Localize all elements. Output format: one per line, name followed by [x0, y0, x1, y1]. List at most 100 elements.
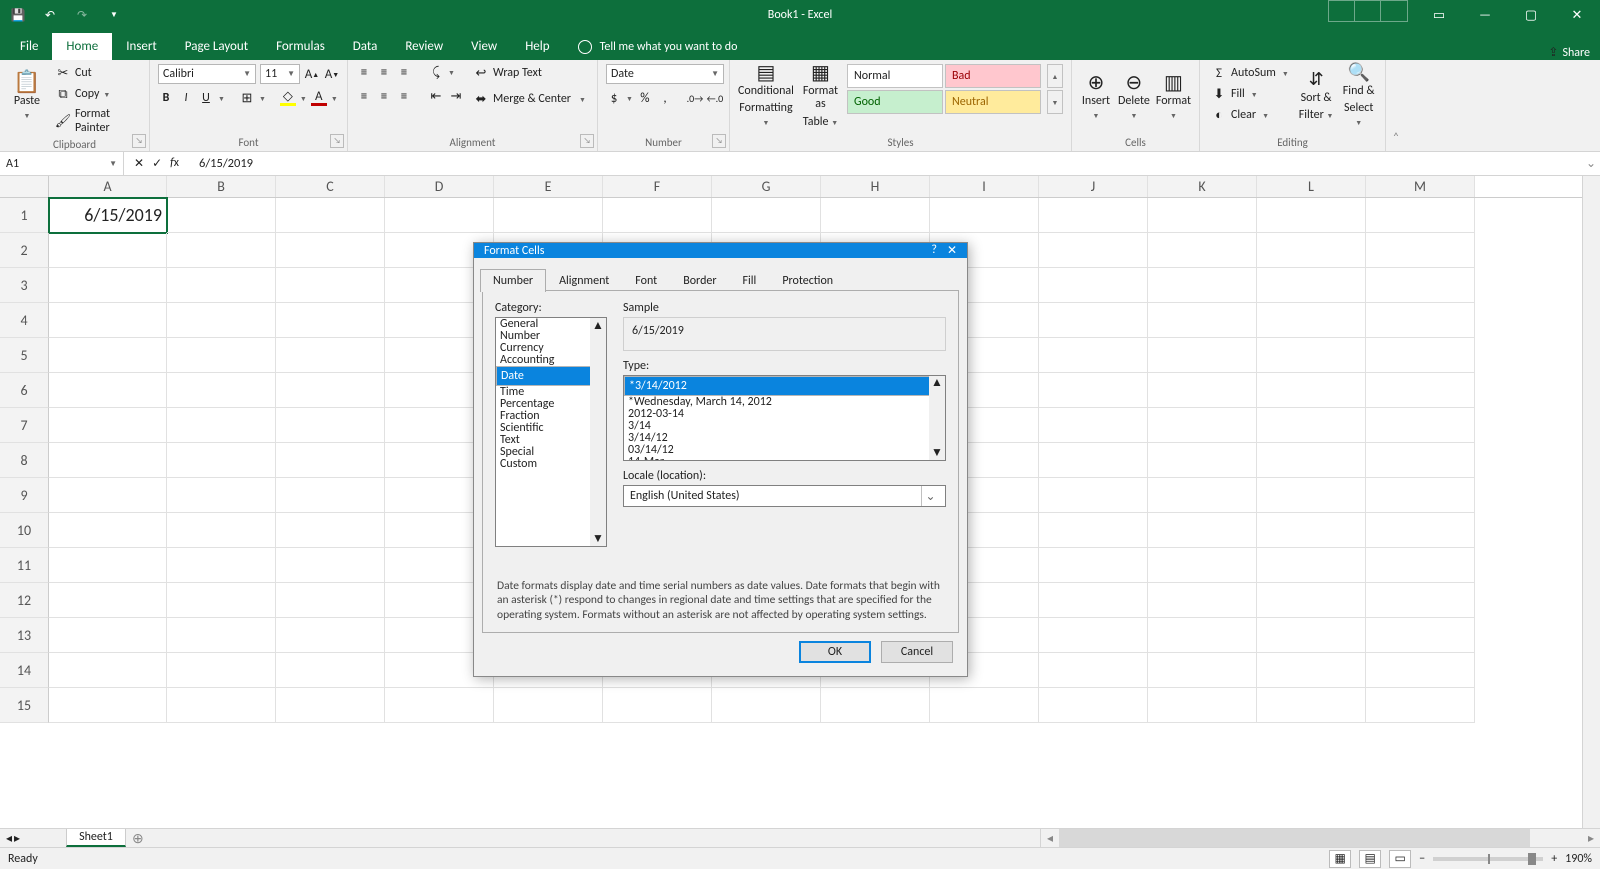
tab-data[interactable]: Data: [339, 33, 392, 60]
column-header[interactable]: D: [385, 176, 494, 197]
align-middle-icon[interactable]: ≡: [376, 64, 392, 80]
dialog-help-icon[interactable]: ?: [931, 243, 937, 258]
cell[interactable]: 6/15/2019: [49, 198, 167, 233]
paste-button[interactable]: 📋 Paste ▼: [8, 64, 46, 130]
zoom-in-icon[interactable]: +: [1551, 852, 1557, 866]
fill-button[interactable]: ⬇Fill▼: [1208, 85, 1292, 103]
ok-button[interactable]: OK: [799, 641, 871, 663]
dialog-title-bar[interactable]: Format Cells ? ✕: [474, 243, 967, 258]
accounting-icon[interactable]: $: [606, 90, 622, 106]
category-listbox[interactable]: GeneralNumberCurrencyAccountingDateTimeP…: [495, 317, 607, 547]
cell[interactable]: [1257, 548, 1366, 583]
column-header[interactable]: L: [1257, 176, 1366, 197]
cell[interactable]: [1148, 233, 1257, 268]
cell[interactable]: [1257, 373, 1366, 408]
cell[interactable]: [167, 548, 276, 583]
confirm-edit-icon[interactable]: ✓: [152, 156, 162, 171]
cell[interactable]: [494, 688, 603, 723]
style-scroll-up-icon[interactable]: ▲: [1047, 64, 1063, 88]
cell[interactable]: [1039, 618, 1148, 653]
cell[interactable]: [49, 338, 167, 373]
cell[interactable]: [1366, 618, 1475, 653]
cell[interactable]: [1039, 513, 1148, 548]
scroll-down-icon[interactable]: ▼: [931, 446, 943, 460]
dlg-tab-alignment[interactable]: Alignment: [546, 269, 622, 292]
tab-review[interactable]: Review: [391, 33, 457, 60]
tab-insert[interactable]: Insert: [112, 33, 171, 60]
cell[interactable]: [1148, 303, 1257, 338]
column-header[interactable]: C: [276, 176, 385, 197]
row-header[interactable]: 7: [0, 408, 49, 443]
increase-indent-icon[interactable]: ⇥: [448, 88, 464, 104]
row-header[interactable]: 10: [0, 513, 49, 548]
cell[interactable]: [1148, 338, 1257, 373]
cell[interactable]: [930, 688, 1039, 723]
cancel-edit-icon[interactable]: ✕: [134, 156, 144, 171]
save-icon[interactable]: 💾: [4, 2, 32, 28]
cell[interactable]: [276, 653, 385, 688]
cell[interactable]: [1366, 688, 1475, 723]
cell[interactable]: [1366, 408, 1475, 443]
row-header[interactable]: 5: [0, 338, 49, 373]
cell[interactable]: [49, 478, 167, 513]
cell[interactable]: [1039, 548, 1148, 583]
cell[interactable]: [49, 233, 167, 268]
cell[interactable]: [276, 198, 385, 233]
horizontal-scrollbar[interactable]: ◂ ▸: [1040, 829, 1600, 847]
cell[interactable]: [276, 618, 385, 653]
cell[interactable]: [167, 373, 276, 408]
column-header[interactable]: H: [821, 176, 930, 197]
scroll-down-icon[interactable]: ▼: [592, 531, 604, 546]
cell[interactable]: [49, 408, 167, 443]
row-header[interactable]: 9: [0, 478, 49, 513]
wrap-text-button[interactable]: ↩Wrap Text: [470, 64, 589, 82]
row-header[interactable]: 1: [0, 198, 49, 233]
type-item[interactable]: 2012-03-14: [624, 408, 945, 420]
sheet-nav-first-icon[interactable]: ◂: [6, 831, 12, 846]
percent-icon[interactable]: %: [637, 90, 653, 106]
font-size-select[interactable]: 11▼: [260, 64, 300, 84]
sheet-tab[interactable]: Sheet1: [66, 829, 126, 847]
dlg-tab-border[interactable]: Border: [670, 269, 729, 292]
dlg-tab-font[interactable]: Font: [622, 269, 670, 292]
cell[interactable]: [1366, 268, 1475, 303]
cell[interactable]: [167, 408, 276, 443]
cell[interactable]: [1366, 198, 1475, 233]
increase-font-icon[interactable]: A▲: [304, 66, 320, 82]
cell[interactable]: [49, 583, 167, 618]
cell[interactable]: [1257, 268, 1366, 303]
clipboard-launcher-icon[interactable]: ↘: [132, 134, 146, 148]
cell[interactable]: [276, 373, 385, 408]
style-bad[interactable]: Bad: [945, 64, 1041, 88]
scroll-up-icon[interactable]: ▲: [592, 318, 604, 333]
increase-decimal-icon[interactable]: .0→: [687, 90, 703, 106]
cell[interactable]: [1257, 478, 1366, 513]
cut-button[interactable]: ✂Cut: [52, 64, 141, 82]
row-header[interactable]: 4: [0, 303, 49, 338]
cell[interactable]: [1257, 408, 1366, 443]
cell[interactable]: [1257, 653, 1366, 688]
new-sheet-icon[interactable]: ⊕: [126, 830, 150, 847]
cell[interactable]: [276, 233, 385, 268]
cell[interactable]: [49, 653, 167, 688]
autosum-button[interactable]: ΣAutoSum▼: [1208, 64, 1292, 82]
row-header[interactable]: 11: [0, 548, 49, 583]
cell[interactable]: [1148, 268, 1257, 303]
ribbon-options-icon[interactable]: ▭: [1416, 0, 1462, 30]
font-name-select[interactable]: Calibri▼: [158, 64, 256, 84]
maximize-icon[interactable]: ▢: [1508, 0, 1554, 30]
cell[interactable]: [1257, 618, 1366, 653]
cell[interactable]: [1257, 338, 1366, 373]
cell[interactable]: [1366, 513, 1475, 548]
cell[interactable]: [1039, 653, 1148, 688]
cell[interactable]: [1257, 303, 1366, 338]
zoom-level[interactable]: 190%: [1565, 852, 1592, 866]
cell[interactable]: [1039, 408, 1148, 443]
column-header[interactable]: G: [712, 176, 821, 197]
type-item[interactable]: *3/14/2012: [624, 376, 945, 396]
cell[interactable]: [49, 548, 167, 583]
fill-color-button[interactable]: ◇: [280, 90, 296, 106]
undo-icon[interactable]: ↶: [36, 2, 64, 28]
format-as-table-button[interactable]: ▦ Format as Table ▼: [800, 64, 841, 130]
cell[interactable]: [49, 373, 167, 408]
